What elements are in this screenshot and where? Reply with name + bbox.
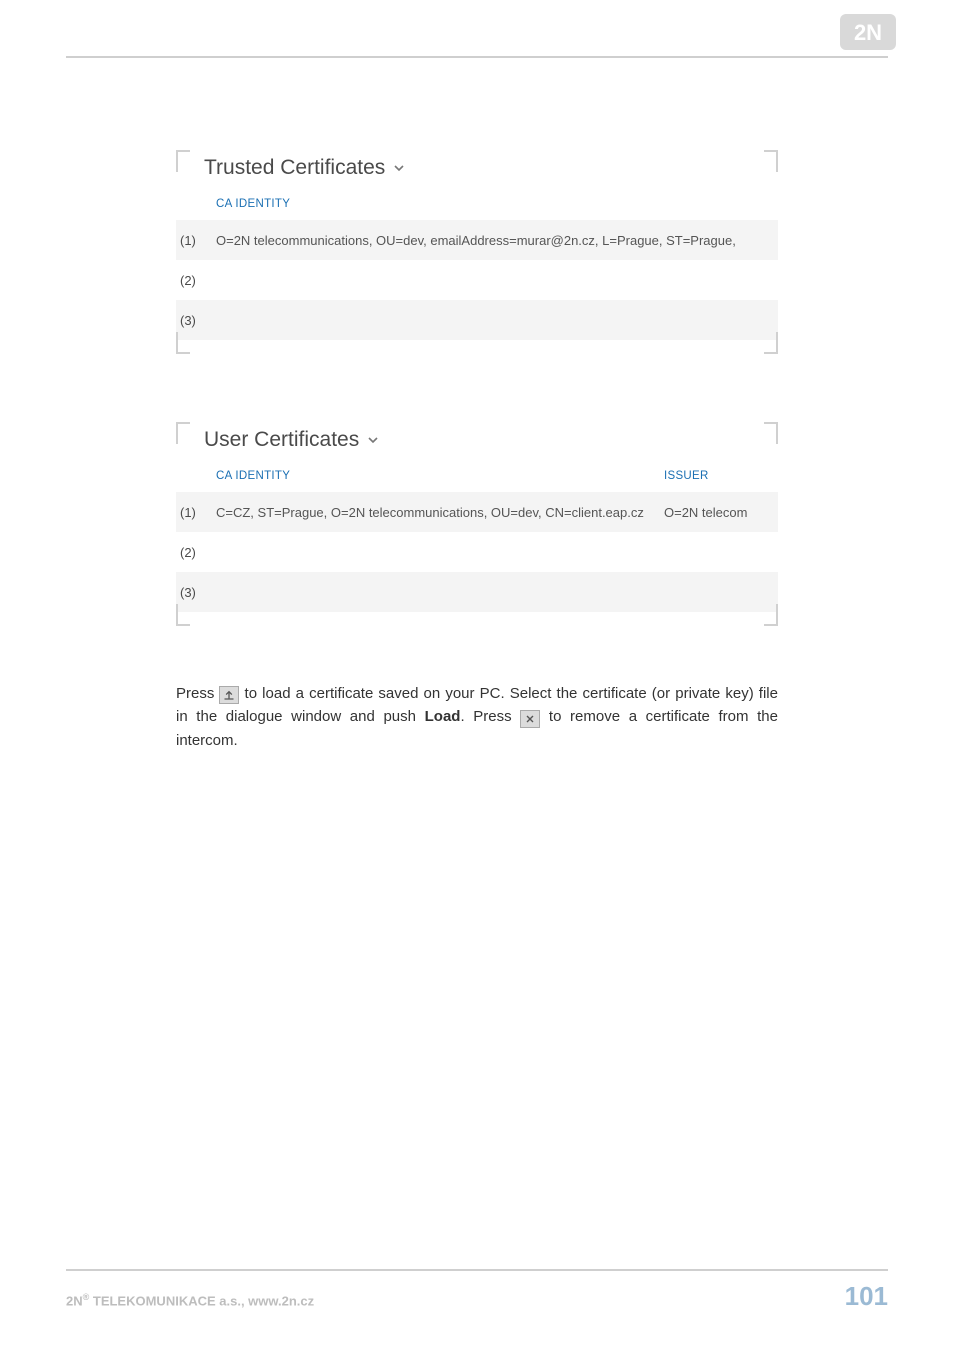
page-header: 2N (66, 20, 888, 58)
row-issuer: O=2N telecom (658, 492, 778, 532)
brand-logo-text: 2N (854, 20, 882, 45)
row-ca-identity (210, 572, 658, 612)
instruction-paragraph: Press to load a certificate saved on you… (176, 682, 778, 752)
row-index: (3) (176, 572, 210, 612)
col-ca-identity: CA IDENTITY (210, 464, 658, 492)
page-number: 101 (845, 1281, 888, 1312)
row-index: (3) (176, 300, 210, 340)
user-certificates-table: CA IDENTITY ISSUER (1) C=CZ, ST=Prague, … (176, 464, 778, 612)
table-row[interactable]: (1) O=2N telecommunications, OU=dev, ema… (176, 220, 778, 260)
row-index: (2) (176, 260, 210, 300)
chevron-down-icon (393, 156, 405, 180)
upload-icon[interactable] (219, 686, 239, 704)
col-ca-identity: CA IDENTITY (210, 192, 778, 220)
row-index: (2) (176, 532, 210, 572)
panel-title-text: Trusted Certificates (204, 156, 385, 180)
user-panel-title[interactable]: User Certificates (176, 428, 778, 452)
row-ca-identity (210, 532, 658, 572)
table-row[interactable]: (1) C=CZ, ST=Prague, O=2N telecommunicat… (176, 492, 778, 532)
text: Press (176, 685, 219, 702)
col-index (176, 464, 210, 492)
panel-title-text: User Certificates (204, 428, 359, 452)
col-index (176, 192, 210, 220)
table-row[interactable]: (3) (176, 572, 778, 612)
text: . Press (460, 708, 520, 725)
page-footer: 2N® TELEKOMUNIKACE a.s., www.2n.cz 101 (66, 1269, 888, 1312)
trusted-certificates-panel: Trusted Certificates CA IDENTITY (1) O=2… (176, 138, 778, 354)
close-icon[interactable] (520, 710, 540, 728)
row-ca-identity: C=CZ, ST=Prague, O=2N telecommunications… (210, 492, 658, 532)
row-ca-identity: O=2N telecommunications, OU=dev, emailAd… (210, 220, 778, 260)
footer-company: 2N® TELEKOMUNIKACE a.s., www.2n.cz (66, 1292, 314, 1308)
row-ca-identity (210, 260, 778, 300)
user-certificates-panel: User Certificates CA IDENTITY ISSUER (1)… (176, 410, 778, 626)
brand-logo: 2N (840, 14, 896, 55)
footer-company-post: TELEKOMUNIKACE a.s., www.2n.cz (89, 1293, 314, 1308)
row-issuer (658, 572, 778, 612)
row-ca-identity (210, 300, 778, 340)
table-row[interactable]: (3) (176, 300, 778, 340)
trusted-certificates-table: CA IDENTITY (1) O=2N telecommunications,… (176, 192, 778, 340)
table-row[interactable]: (2) (176, 532, 778, 572)
trusted-panel-title[interactable]: Trusted Certificates (176, 156, 778, 180)
row-index: (1) (176, 492, 210, 532)
table-row[interactable]: (2) (176, 260, 778, 300)
row-index: (1) (176, 220, 210, 260)
chevron-down-icon (367, 428, 379, 452)
col-issuer: ISSUER (658, 464, 778, 492)
row-issuer (658, 532, 778, 572)
load-label: Load (425, 708, 461, 725)
footer-company-pre: 2N (66, 1293, 83, 1308)
